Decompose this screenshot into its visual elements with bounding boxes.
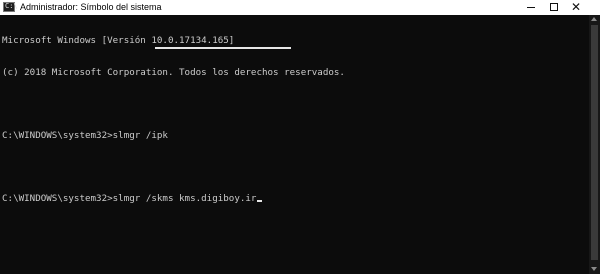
close-icon: ✕ [571, 0, 582, 14]
scroll-down-arrow-icon[interactable] [591, 267, 597, 271]
close-button[interactable]: ✕ [554, 0, 600, 15]
vertical-scrollbar[interactable] [589, 15, 600, 274]
redacted-product-key [155, 47, 291, 49]
console-line: C:\WINDOWS\system32>slmgr /ipk [2, 129, 174, 141]
console-output[interactable]: Microsoft Windows [Versión 10.0.17134.16… [0, 15, 589, 274]
scroll-up-arrow-icon[interactable] [591, 17, 597, 21]
console-current-command: C:\WINDOWS\system32>slmgr /skms kms.digi… [2, 192, 257, 204]
console-line: Microsoft Windows [Versión 10.0.17134.16… [2, 35, 235, 46]
console-prompt-line[interactable]: C:\WINDOWS\system32>slmgr /skms kms.digi… [2, 192, 589, 205]
window-title: Administrador: Símbolo del sistema [20, 2, 162, 12]
console-window: C:\ Administrador: Símbolo del sistema ✕… [0, 0, 600, 274]
title-bar[interactable]: C:\ Administrador: Símbolo del sistema ✕ [0, 0, 600, 15]
console-line: (c) 2018 Microsoft Corporation. Todos lo… [2, 66, 345, 78]
command-prompt-icon[interactable]: C:\ [3, 2, 18, 12]
scrollbar-thumb[interactable] [591, 25, 598, 260]
text-cursor [257, 199, 263, 202]
command-prompt-icon-glyph: C:\ [5, 2, 18, 10]
